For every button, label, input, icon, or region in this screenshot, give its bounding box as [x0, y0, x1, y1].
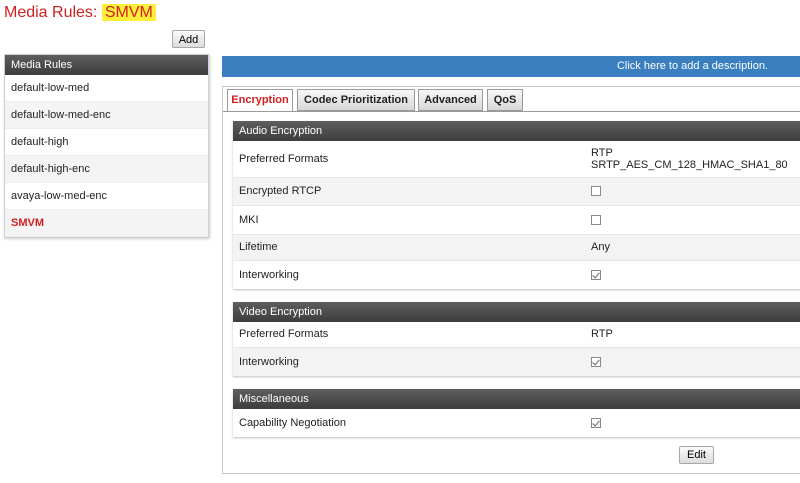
tab-encryption[interactable]: Encryption — [227, 89, 293, 112]
page-title-rule-name: SMVM — [101, 4, 156, 21]
audio-interworking-value — [591, 261, 601, 289]
lifetime-row: Lifetime Any — [233, 235, 800, 261]
media-rules-items: default-low-med default-low-med-enc defa… — [5, 75, 208, 237]
lifetime-value: Any — [591, 241, 610, 253]
video-interworking-value — [591, 348, 601, 376]
audio-preferred-formats-value: RTP SRTP_AES_CM_128_HMAC_SHA1_80 — [591, 147, 788, 171]
video-interworking-label: Interworking — [239, 356, 299, 368]
video-encryption-header: Video Encryption — [233, 302, 800, 322]
audio-interworking-label: Interworking — [239, 269, 299, 281]
encrypted-rtcp-value — [591, 178, 601, 205]
video-preferred-formats-label: Preferred Formats — [239, 328, 329, 340]
sidebar-item-default-low-med-enc[interactable]: default-low-med-enc — [5, 102, 208, 129]
mki-checkbox — [591, 215, 601, 225]
video-preferred-formats-row: Preferred Formats RTP — [233, 322, 800, 348]
audio-preferred-formats-label: Preferred Formats — [239, 153, 329, 165]
capability-negotiation-value — [591, 409, 601, 437]
sidebar-item-default-high[interactable]: default-high — [5, 129, 208, 156]
tab-divider — [223, 111, 800, 112]
video-interworking-row: Interworking — [233, 348, 800, 376]
miscellaneous-section: Miscellaneous Capability Negotiation — [233, 389, 800, 437]
media-rules-header: Media Rules — [5, 55, 208, 75]
description-bar[interactable]: Click here to add a description. — [222, 56, 800, 77]
mki-row: MKI — [233, 206, 800, 235]
page-title-prefix: Media Rules: — [4, 4, 98, 21]
video-encryption-section: Video Encryption Preferred Formats RTP I… — [233, 302, 800, 376]
sidebar-item-default-low-med[interactable]: default-low-med — [5, 75, 208, 102]
media-rules-list: Media Rules default-low-med default-low-… — [4, 54, 209, 238]
audio-format-srtp: SRTP_AES_CM_128_HMAC_SHA1_80 — [591, 159, 788, 171]
tab-qos[interactable]: QoS — [487, 89, 523, 111]
sidebar-item-smvm[interactable]: SMVM — [5, 210, 208, 237]
encrypted-rtcp-row: Encrypted RTCP — [233, 178, 800, 206]
audio-interworking-row: Interworking — [233, 261, 800, 289]
miscellaneous-header: Miscellaneous — [233, 389, 800, 409]
video-preferred-formats-value: RTP — [591, 328, 613, 340]
edit-button[interactable]: Edit — [679, 446, 714, 464]
audio-encryption-section: Audio Encryption Preferred Formats RTP S… — [233, 121, 800, 289]
video-interworking-checkbox — [591, 357, 601, 367]
encrypted-rtcp-checkbox — [591, 186, 601, 196]
capability-negotiation-checkbox — [591, 418, 601, 428]
mki-label: MKI — [239, 214, 259, 226]
audio-format-rtp: RTP — [591, 147, 613, 159]
capability-negotiation-label: Capability Negotiation — [239, 417, 347, 429]
capability-negotiation-row: Capability Negotiation — [233, 409, 800, 437]
audio-encryption-header: Audio Encryption — [233, 121, 800, 141]
mki-value — [591, 206, 601, 234]
encrypted-rtcp-label: Encrypted RTCP — [239, 185, 322, 197]
audio-interworking-checkbox — [591, 270, 601, 280]
tab-codec-prioritization[interactable]: Codec Prioritization — [297, 89, 415, 111]
page-title: Media Rules: SMVM — [4, 2, 156, 24]
lifetime-label: Lifetime — [239, 241, 278, 253]
tab-advanced[interactable]: Advanced — [418, 89, 483, 111]
sidebar-item-avaya-low-med-enc[interactable]: avaya-low-med-enc — [5, 183, 208, 210]
audio-preferred-formats-row: Preferred Formats RTP SRTP_AES_CM_128_HM… — [233, 141, 800, 178]
sidebar-item-default-high-enc[interactable]: default-high-enc — [5, 156, 208, 183]
rule-details-panel: Encryption Codec Prioritization Advanced… — [222, 86, 800, 474]
add-button[interactable]: Add — [172, 30, 205, 48]
